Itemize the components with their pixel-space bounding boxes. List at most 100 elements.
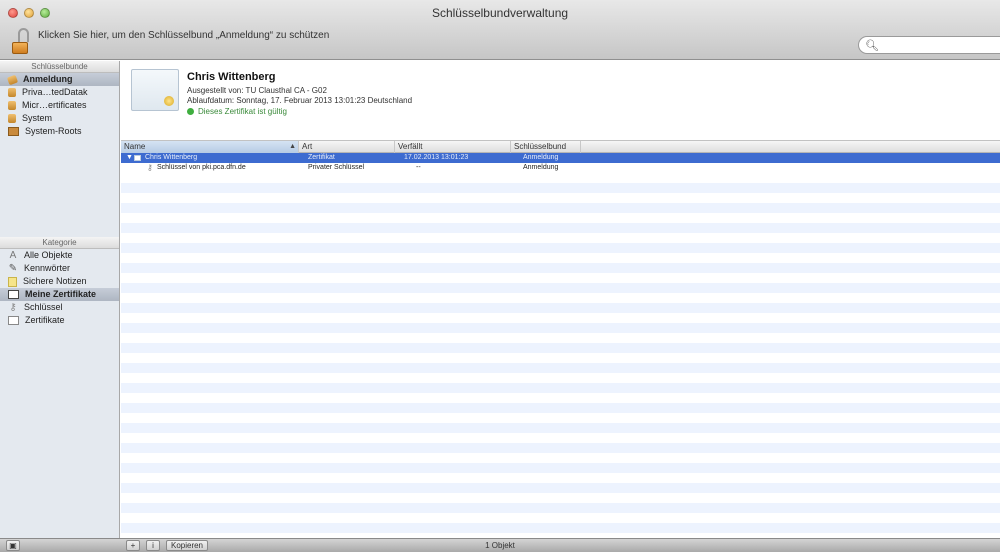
sidebar-item-label: System-Roots xyxy=(25,126,82,136)
lock-icon xyxy=(8,114,16,123)
cell-name: Chris Wittenberg xyxy=(145,154,198,161)
empty-table-row xyxy=(121,373,1000,383)
empty-table-row xyxy=(121,233,1000,243)
sidebar-item-my-certificates[interactable]: Meine Zertifikate xyxy=(0,288,119,301)
password-icon: ✎ xyxy=(8,262,18,274)
sidebar-item-label: Meine Zertifikate xyxy=(25,289,97,299)
empty-table-row xyxy=(121,463,1000,473)
empty-table-row xyxy=(121,383,1000,393)
empty-table-row xyxy=(121,493,1000,503)
note-icon xyxy=(8,276,17,287)
cell-expires: -- xyxy=(416,164,421,171)
sidebar-item-label: System xyxy=(22,113,53,123)
window-title: Schlüsselbundverwaltung xyxy=(431,6,569,20)
toggle-sidebar-button[interactable]: ▣ xyxy=(6,540,20,551)
items-table: Name ▲ Art Verfällt Schlüsselbund ▼ Chri… xyxy=(121,140,1000,538)
lock-shackle-icon xyxy=(18,28,29,42)
certificate-preview-icon xyxy=(131,69,179,111)
sidebar-item-system[interactable]: System xyxy=(0,112,119,125)
empty-table-row xyxy=(121,483,1000,493)
sidebar-item-keys[interactable]: ⚷ Schlüssel xyxy=(0,301,119,314)
empty-table-row xyxy=(121,353,1000,363)
empty-table-row xyxy=(121,313,1000,323)
cell-name: Schlüssel von pki.pca.dfn.de xyxy=(157,164,246,171)
empty-table-row xyxy=(121,513,1000,523)
valid-check-icon xyxy=(187,108,194,115)
empty-table-row xyxy=(121,473,1000,483)
column-header-kind[interactable]: Art xyxy=(299,141,395,153)
certificate-seal-icon xyxy=(164,96,174,106)
empty-table-row xyxy=(121,203,1000,213)
column-header-name[interactable]: Name ▲ xyxy=(121,141,299,153)
table-row[interactable]: ▼ Chris Wittenberg Zertifikat 17.02.2013… xyxy=(121,153,1000,163)
certificate-icon xyxy=(134,155,141,161)
empty-table-row xyxy=(121,303,1000,313)
detail-panel: Chris Wittenberg Ausgestellt von: TU Cla… xyxy=(121,61,1000,140)
empty-table-row xyxy=(121,213,1000,223)
empty-table-row xyxy=(121,403,1000,413)
copy-button[interactable]: Kopieren xyxy=(166,540,208,551)
certificate-expiry: Ablaufdatum: Sonntag, 17. Februar 2013 1… xyxy=(187,96,413,105)
empty-table-row xyxy=(121,503,1000,513)
certificate-icon xyxy=(8,316,19,325)
empty-table-row xyxy=(121,253,1000,263)
sidebar-item-label: Micr…ertificates xyxy=(22,100,87,110)
empty-table-row xyxy=(121,443,1000,453)
keychain-list: Anmeldung Priva…tedDatak Micr…ertificate… xyxy=(0,73,119,138)
all-items-icon: A xyxy=(9,249,17,261)
cabinet-icon xyxy=(8,127,19,136)
lock-hint-text: Klicken Sie hier, um den Schlüsselbund „… xyxy=(38,30,330,41)
lock-keychain-button[interactable] xyxy=(10,28,32,54)
sidebar-item-label: Kennwörter xyxy=(24,263,71,273)
add-item-button[interactable]: + xyxy=(126,540,140,551)
search-input[interactable] xyxy=(879,38,997,52)
cell-kind: Zertifikat xyxy=(308,154,335,161)
status-bar: ▣ + i Kopieren 1 Objekt xyxy=(0,538,1000,552)
empty-table-row xyxy=(121,263,1000,273)
empty-table-row xyxy=(121,433,1000,443)
sidebar-item-label: Sichere Notizen xyxy=(23,276,87,286)
my-certificate-icon xyxy=(8,290,19,299)
empty-table-row xyxy=(121,423,1000,433)
info-button[interactable]: i xyxy=(146,540,160,551)
sidebar-item-microsoft-certificates[interactable]: Micr…ertificates xyxy=(0,99,119,112)
empty-table-row xyxy=(121,293,1000,303)
table-body: ▼ Chris Wittenberg Zertifikat 17.02.2013… xyxy=(121,153,1000,538)
empty-table-row xyxy=(121,413,1000,423)
table-row[interactable]: ⚷ Schlüssel von pki.pca.dfn.de Privater … xyxy=(121,163,1000,173)
sidebar-item-private-data[interactable]: Priva…tedDatak xyxy=(0,86,119,99)
sidebar-item-label: Priva…tedDatak xyxy=(22,87,88,97)
empty-table-row xyxy=(121,193,1000,203)
sidebar-item-label: Anmeldung xyxy=(23,74,73,84)
empty-table-row xyxy=(121,223,1000,233)
search-field[interactable]: 🔍︎ xyxy=(858,36,1000,54)
sidebar-item-label: Alle Objekte xyxy=(24,250,73,260)
sidebar-item-passwords[interactable]: ✎ Kennwörter xyxy=(0,262,119,275)
category-header: Kategorie xyxy=(0,237,119,249)
window-toolbar: Schlüsselbundverwaltung Klicken Sie hier… xyxy=(0,0,1000,60)
cell-keychain: Anmeldung xyxy=(523,164,559,171)
empty-table-row xyxy=(121,363,1000,373)
certificate-name: Chris Wittenberg xyxy=(187,71,276,83)
column-header-expires[interactable]: Verfällt xyxy=(395,141,511,153)
validity-text: Dieses Zertifikat ist gültig xyxy=(198,107,287,116)
disclosure-triangle-icon[interactable]: ▼ xyxy=(126,153,133,163)
cell-kind: Privater Schlüssel xyxy=(308,164,365,171)
sidebar-item-secure-notes[interactable]: Sichere Notizen xyxy=(0,275,119,288)
column-header-keychain[interactable]: Schlüsselbund xyxy=(511,141,581,153)
empty-table-row xyxy=(121,453,1000,463)
keychains-header: Schlüsselbunde xyxy=(0,61,119,73)
empty-table-row xyxy=(121,343,1000,353)
empty-table-row xyxy=(121,333,1000,343)
sidebar-item-anmeldung[interactable]: Anmeldung xyxy=(0,73,119,86)
sidebar-item-system-roots[interactable]: System-Roots xyxy=(0,125,119,138)
sidebar: Schlüsselbunde Anmeldung Priva…tedDatak … xyxy=(0,61,120,538)
sidebar-item-certificates[interactable]: Zertifikate xyxy=(0,314,119,327)
lock-icon xyxy=(8,88,16,97)
certificate-validity: Dieses Zertifikat ist gültig xyxy=(187,107,287,116)
cell-keychain: Anmeldung xyxy=(523,154,559,161)
empty-table-row xyxy=(121,523,1000,533)
sidebar-item-all-items[interactable]: A Alle Objekte xyxy=(0,249,119,262)
sidebar-item-label: Zertifikate xyxy=(25,315,65,325)
